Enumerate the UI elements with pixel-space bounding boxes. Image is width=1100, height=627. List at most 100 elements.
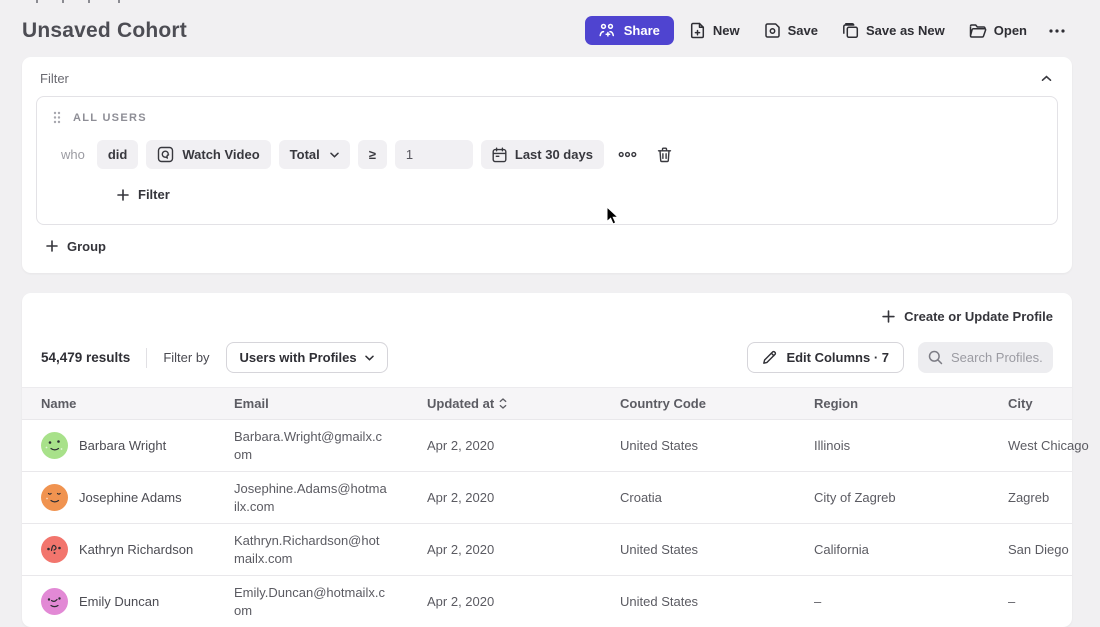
chevron-down-icon: [330, 152, 339, 158]
did-selector[interactable]: did: [97, 140, 139, 169]
profile-email: Kathryn.Richardson@hotmailx.com: [215, 524, 399, 575]
add-filter-label: Filter: [138, 187, 170, 202]
profile-updated-at: Apr 2, 2020: [408, 472, 601, 523]
page-header: Unsaved Cohort Share New: [0, 0, 1100, 57]
save-label: Save: [788, 23, 818, 38]
plus-icon: [882, 310, 895, 323]
divider: [146, 348, 147, 368]
ellipsis-icon: [1048, 28, 1066, 34]
sort-icon[interactable]: [499, 398, 507, 409]
table-row[interactable]: Kathryn Richardson Kathryn.Richardson@ho…: [22, 523, 1072, 575]
filter-condition-row: who did Watch Video Total: [53, 140, 1041, 169]
event-icon: [157, 146, 174, 163]
edit-columns-button[interactable]: Edit Columns · 7: [747, 342, 904, 373]
profiles-filter-value: Users with Profiles: [240, 350, 357, 365]
copy-icon: [842, 22, 859, 39]
column-header-city[interactable]: City: [989, 388, 1072, 419]
new-button[interactable]: New: [680, 16, 749, 45]
table-row[interactable]: Barbara Wright Barbara.Wright@gmailx.com…: [22, 419, 1072, 471]
profile-country: United States: [601, 524, 795, 575]
condition-more-button[interactable]: [612, 147, 643, 162]
share-label: Share: [624, 23, 660, 38]
profile-country: United States: [601, 420, 795, 471]
profile-name: Kathryn Richardson: [79, 542, 193, 557]
date-range-label: Last 30 days: [515, 147, 593, 162]
search-profiles-box: [918, 342, 1053, 373]
aggregation-selector[interactable]: Total: [279, 140, 350, 169]
profile-updated-at: Apr 2, 2020: [408, 524, 601, 575]
more-options-button[interactable]: [1042, 22, 1072, 40]
chevron-up-icon: [1041, 75, 1052, 82]
pencil-icon: [762, 350, 777, 365]
results-card: Create or Update Profile 54,479 results …: [22, 293, 1072, 627]
profile-email: Josephine.Adams@hotmailx.com: [215, 472, 399, 523]
filter-card-title: Filter: [40, 71, 69, 86]
column-header-updated-at[interactable]: Updated at: [408, 388, 601, 419]
profile-updated-at: Apr 2, 2020: [408, 420, 601, 471]
create-or-update-profile-button[interactable]: Create or Update Profile: [882, 309, 1053, 324]
column-header-name[interactable]: Name: [22, 388, 215, 419]
page-title: Unsaved Cohort: [22, 19, 187, 43]
did-label: did: [108, 147, 128, 162]
search-icon: [928, 350, 943, 365]
save-as-new-label: Save as New: [866, 23, 945, 38]
table-header: Name Email Updated at Country Code Regio…: [22, 387, 1072, 419]
chevron-down-icon: [365, 355, 374, 361]
profile-email: Barbara.Wright@gmailx.com: [215, 420, 399, 471]
profiles-filter-dropdown[interactable]: Users with Profiles: [226, 342, 388, 373]
threshold-value-input[interactable]: [395, 140, 473, 169]
open-label: Open: [994, 23, 1027, 38]
aggregation-label: Total: [290, 147, 320, 162]
add-filter-row: Filter: [53, 169, 1041, 208]
avatar: [41, 536, 68, 563]
avatar: [41, 484, 68, 511]
profile-name: Barbara Wright: [79, 438, 166, 453]
new-file-icon: [689, 22, 706, 39]
group-header: ALL USERS: [53, 111, 1041, 124]
add-group-button[interactable]: Group: [46, 239, 106, 254]
profile-city: West Chicago: [989, 420, 1099, 471]
table-row[interactable]: Emily Duncan Emily.Duncan@hotmailx.com A…: [22, 575, 1072, 627]
collapse-filter-button[interactable]: [1039, 73, 1054, 84]
results-count: 54,479 results: [41, 350, 130, 365]
filter-card-header: Filter: [36, 69, 1058, 96]
save-as-new-button[interactable]: Save as New: [833, 16, 954, 45]
profile-country: Croatia: [601, 472, 795, 523]
profile-region: Illinois: [795, 420, 989, 471]
date-range-selector[interactable]: Last 30 days: [481, 140, 604, 169]
plus-icon: [117, 189, 129, 201]
create-profile-row: Create or Update Profile: [22, 305, 1072, 328]
drag-handle-icon[interactable]: [53, 111, 61, 124]
add-filter-button[interactable]: Filter: [117, 187, 170, 202]
add-group-row: Group: [36, 225, 1058, 262]
plus-icon: [46, 240, 58, 252]
table-row[interactable]: Josephine Adams Josephine.Adams@hotmailx…: [22, 471, 1072, 523]
who-label: who: [61, 147, 85, 162]
delete-condition-button[interactable]: [651, 143, 678, 167]
trash-icon: [657, 147, 672, 163]
column-header-region[interactable]: Region: [795, 388, 989, 419]
profile-region: California: [795, 524, 989, 575]
save-icon: [764, 22, 781, 39]
new-label: New: [713, 23, 740, 38]
edit-columns-label: Edit Columns · 7: [786, 350, 889, 365]
ellipsis-icon: [618, 151, 637, 158]
event-selector[interactable]: Watch Video: [146, 140, 270, 169]
search-profiles-input[interactable]: [951, 350, 1043, 365]
filter-card: Filter ALL USERS who did: [22, 57, 1072, 273]
clipped-breadcrumb: [36, 0, 38, 3]
operator-selector[interactable]: ≥: [358, 140, 387, 169]
folder-icon: [969, 23, 987, 39]
column-header-email[interactable]: Email: [215, 388, 408, 419]
share-button[interactable]: Share: [585, 16, 674, 45]
create-profile-label: Create or Update Profile: [904, 309, 1053, 324]
save-button[interactable]: Save: [755, 16, 827, 45]
profile-city: Zagreb: [989, 472, 1072, 523]
group-label: ALL USERS: [73, 112, 147, 124]
filter-by-label: Filter by: [163, 350, 209, 365]
results-bar-right: Edit Columns · 7: [747, 342, 1053, 373]
calendar-icon: [492, 147, 507, 163]
open-button[interactable]: Open: [960, 17, 1036, 45]
profile-region: City of Zagreb: [795, 472, 989, 523]
column-header-country-code[interactable]: Country Code: [601, 388, 795, 419]
